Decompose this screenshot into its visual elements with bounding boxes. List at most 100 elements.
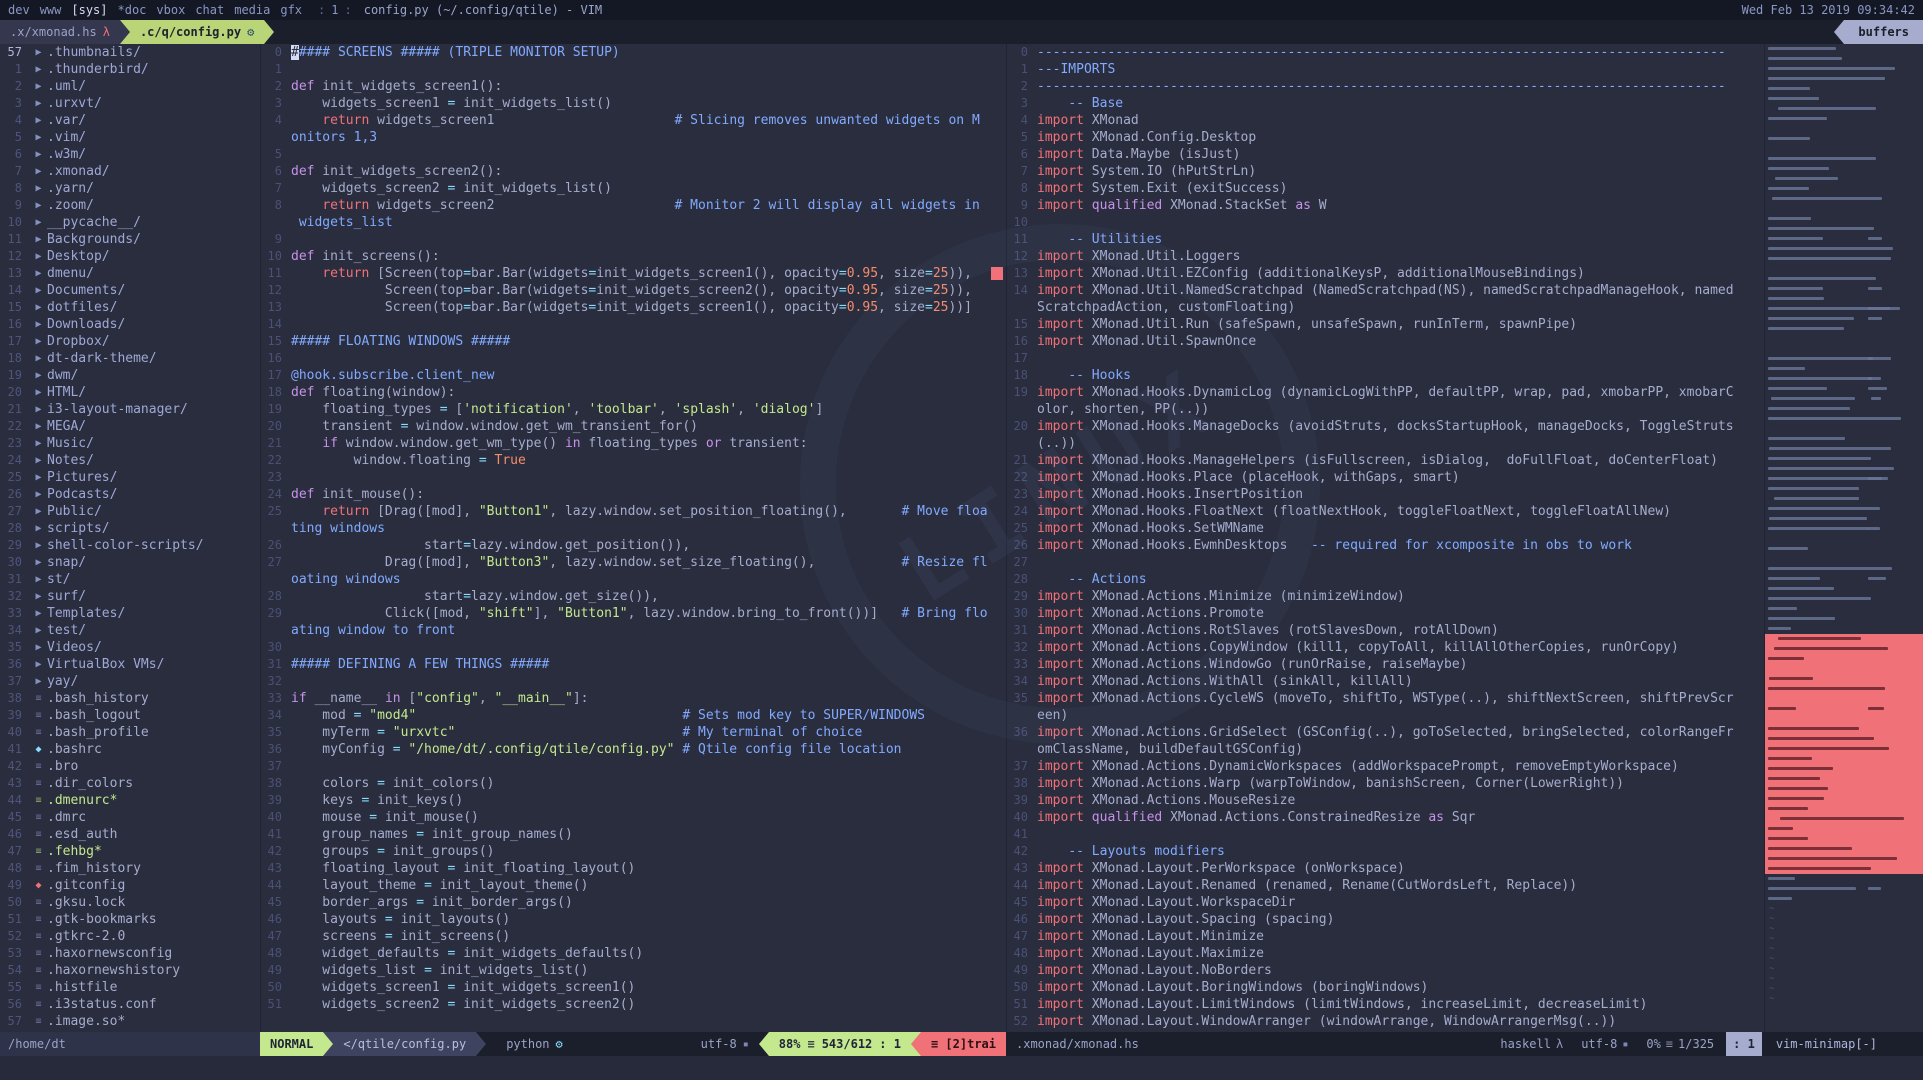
minimap-row (1765, 54, 1923, 64)
tree-item[interactable]: 34▶test/ (0, 622, 260, 639)
code-line: 28 start=lazy.window.get_size()), (261, 588, 1006, 605)
minimap-row (1765, 794, 1923, 804)
tree-item[interactable]: 20▶HTML/ (0, 384, 260, 401)
file-tree-pane[interactable]: 57▶.thumbnails/1▶.thunderbird/2▶.uml/3▶.… (0, 44, 260, 1032)
tree-item[interactable]: 52≡.gtkrc-2.0 (0, 928, 260, 945)
tree-item[interactable]: 43≡.dir_colors (0, 775, 260, 792)
tree-item[interactable]: 23▶Music/ (0, 435, 260, 452)
tree-item[interactable]: 3▶.urxvt/ (0, 95, 260, 112)
tree-item[interactable]: 50≡.gksu.lock (0, 894, 260, 911)
tree-item[interactable]: 5▶.vim/ (0, 129, 260, 146)
workspace-tag[interactable]: media (234, 3, 270, 17)
tree-item[interactable]: 14▶Documents/ (0, 282, 260, 299)
folder-icon: ▶ (30, 469, 47, 486)
tree-item[interactable]: 49◆.gitconfig (0, 877, 260, 894)
tree-item[interactable]: 56≡.i3status.conf (0, 996, 260, 1013)
tree-item[interactable]: 33▶Templates/ (0, 605, 260, 622)
tree-item[interactable]: 36▶VirtualBox VMs/ (0, 656, 260, 673)
tree-item[interactable]: 30▶snap/ (0, 554, 260, 571)
tree-item[interactable]: 21▶i3-layout-manager/ (0, 401, 260, 418)
editor-pane-config-py[interactable]: 0##### SCREENS ##### (TRIPLE MONITOR SET… (260, 44, 1006, 1032)
folder-icon: ▶ (30, 163, 47, 180)
workspace-tag[interactable]: vbox (156, 3, 185, 17)
tree-item[interactable]: 35▶Videos/ (0, 639, 260, 656)
tree-item[interactable]: 11▶Backgrounds/ (0, 231, 260, 248)
tree-item[interactable]: 7▶.xmonad/ (0, 163, 260, 180)
tree-item[interactable]: 38≡.bash_history (0, 690, 260, 707)
code-line: 40 mouse = init_mouse() (261, 809, 1006, 826)
tree-item[interactable]: 26▶Podcasts/ (0, 486, 260, 503)
minimap-row (1765, 154, 1923, 164)
tree-item[interactable]: 46≡.esd_auth (0, 826, 260, 843)
tree-item[interactable]: 12▶Desktop/ (0, 248, 260, 265)
tree-item[interactable]: 32▶surf/ (0, 588, 260, 605)
tree-item[interactable]: 22▶MEGA/ (0, 418, 260, 435)
folder-icon: ▶ (30, 248, 47, 265)
tree-item[interactable]: 25▶Pictures/ (0, 469, 260, 486)
code-line: 45 border_args = init_border_args() (261, 894, 1006, 911)
workspace-tag[interactable]: *doc (118, 3, 147, 17)
tree-item[interactable]: 54≡.haxornewshistory (0, 962, 260, 979)
minimap-row (1765, 764, 1923, 774)
workspace-tag[interactable]: dev (8, 3, 30, 17)
minimap-row (1765, 104, 1923, 114)
tree-item[interactable]: 13▶dmenu/ (0, 265, 260, 282)
minimap-pane[interactable]: ~~~~~~~~~~ (1764, 44, 1923, 1032)
tree-item[interactable]: 53≡.haxornewsconfig (0, 945, 260, 962)
tree-item[interactable]: 8▶.yarn/ (0, 180, 260, 197)
tab-xmonad-hs[interactable]: .x/xmonad.hs λ (0, 20, 120, 44)
code-line: 8 return widgets_screen2 # Monitor 2 wil… (261, 197, 1006, 214)
tree-item[interactable]: 1▶.thunderbird/ (0, 61, 260, 78)
tree-item[interactable]: 57≡.image.so* (0, 1013, 260, 1030)
tree-item[interactable]: 31▶st/ (0, 571, 260, 588)
command-line[interactable] (0, 1056, 1923, 1080)
minimap-row (1765, 214, 1923, 224)
folder-icon: ▶ (30, 503, 47, 520)
tree-item[interactable]: 6▶.w3m/ (0, 146, 260, 163)
file-icon: ≡ (30, 894, 47, 911)
workspace-tag[interactable]: chat (195, 3, 224, 17)
tree-item[interactable]: 57▶.thumbnails/ (0, 44, 260, 61)
code-line: 24def init_mouse(): (261, 486, 1006, 503)
tree-item[interactable]: 39≡.bash_logout (0, 707, 260, 724)
tree-item[interactable]: 18▶dt-dark-theme/ (0, 350, 260, 367)
minimap-row (1765, 314, 1923, 324)
tree-item[interactable]: 51≡.gtk-bookmarks (0, 911, 260, 928)
tree-item[interactable]: 42≡.bro (0, 758, 260, 775)
code-line: 18 -- Hooks (1007, 367, 1764, 384)
workspace-tag[interactable]: www (40, 3, 62, 17)
folder-icon: ▶ (30, 622, 47, 639)
tree-item[interactable]: 17▶Dropbox/ (0, 333, 260, 350)
code-line: 25import XMonad.Hooks.SetWMName (1007, 520, 1764, 537)
tree-item[interactable]: 55≡.histfile (0, 979, 260, 996)
tree-item[interactable]: 4▶.var/ (0, 112, 260, 129)
workspace-tag[interactable]: gfx (280, 3, 302, 17)
tree-item[interactable]: 15▶dotfiles/ (0, 299, 260, 316)
code-line: oating windows (261, 571, 1006, 588)
tree-item[interactable]: 45≡.dmrc (0, 809, 260, 826)
tree-item[interactable]: 40≡.bash_profile (0, 724, 260, 741)
code-line: 13import XMonad.Util.EZConfig (additiona… (1007, 265, 1764, 282)
tree-item[interactable]: 37▶yay/ (0, 673, 260, 690)
tree-item[interactable]: 44≡.dmenurc* (0, 792, 260, 809)
minimap-row (1765, 324, 1923, 334)
editor-pane-xmonad-hs[interactable]: 0---------------------------------------… (1006, 44, 1764, 1032)
empty-line-tilde: ~ (1765, 904, 1923, 914)
tree-item[interactable]: 16▶Downloads/ (0, 316, 260, 333)
tree-item[interactable]: 47≡.fehbg* (0, 843, 260, 860)
tree-item[interactable]: 9▶.zoom/ (0, 197, 260, 214)
minimap-row (1765, 264, 1923, 274)
tree-item[interactable]: 41◆.bashrc (0, 741, 260, 758)
workspace-tag[interactable]: [sys] (71, 3, 107, 17)
tree-item[interactable]: 28▶scripts/ (0, 520, 260, 537)
tree-item[interactable]: 2▶.uml/ (0, 78, 260, 95)
tree-item[interactable]: 19▶dwm/ (0, 367, 260, 384)
tree-item[interactable]: 24▶Notes/ (0, 452, 260, 469)
tree-item[interactable]: 27▶Public/ (0, 503, 260, 520)
minimap-row (1765, 754, 1923, 764)
tree-item[interactable]: 10▶__pycache__/ (0, 214, 260, 231)
minimap-row (1765, 514, 1923, 524)
tab-config-py[interactable]: .c/q/config.py ⚙ (130, 20, 264, 44)
tree-item[interactable]: 29▶shell-color-scripts/ (0, 537, 260, 554)
tree-item[interactable]: 48≡.fim_history (0, 860, 260, 877)
